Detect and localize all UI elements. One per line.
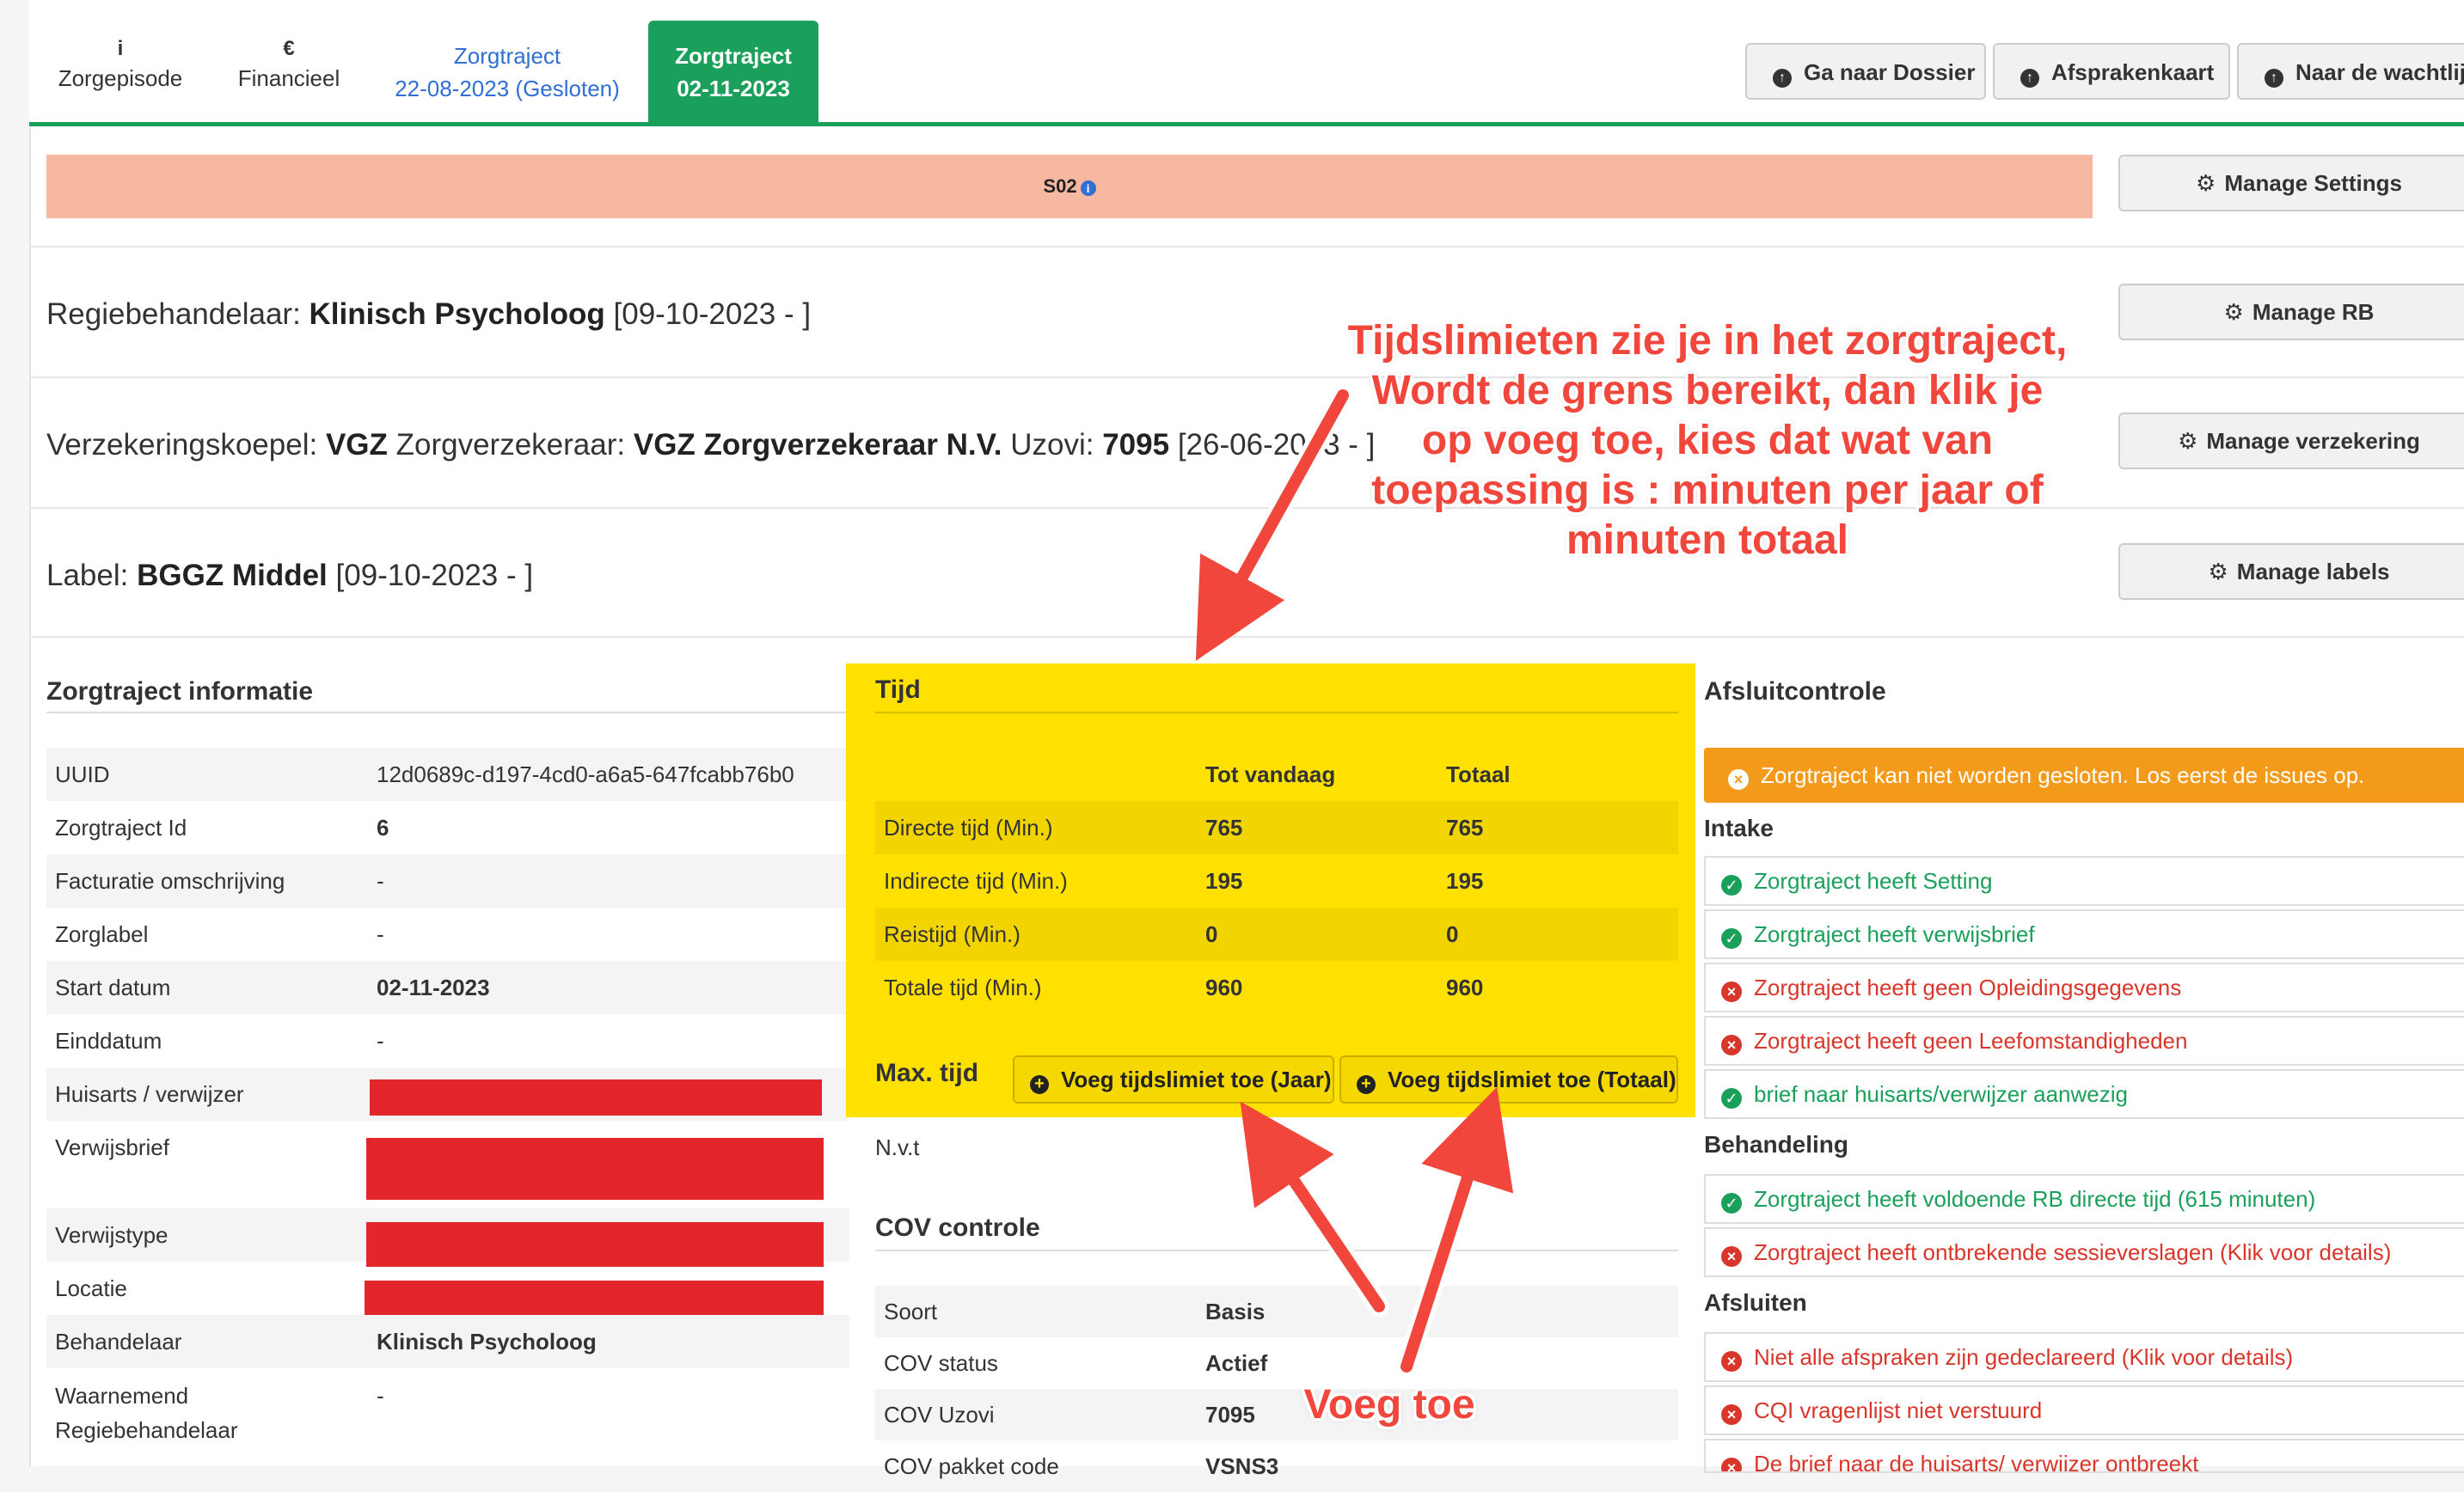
arrow-to-jaar-button (1240, 1101, 1385, 1312)
annotation-text: Tijdslimieten zie je in het zorgtraject,… (1295, 316, 2120, 566)
annotation-line: Wordt de grens bereikt, dan klik je (1371, 368, 2044, 413)
arrow-to-totaal-button (1401, 1086, 1514, 1373)
annotation-voeg-toe: Voeg toe (1303, 1382, 1475, 1428)
annotation-line: toepassing is : minuten per jaar of (1371, 468, 2044, 513)
annotation-line: Tijdslimieten zie je in het zorgtraject, (1347, 318, 2068, 364)
annotation-line: minuten totaal (1566, 517, 1848, 563)
annotation-line: op voeg toe, kies dat wat van (1421, 418, 1994, 463)
annotation-arrows (1195, 385, 1514, 1377)
